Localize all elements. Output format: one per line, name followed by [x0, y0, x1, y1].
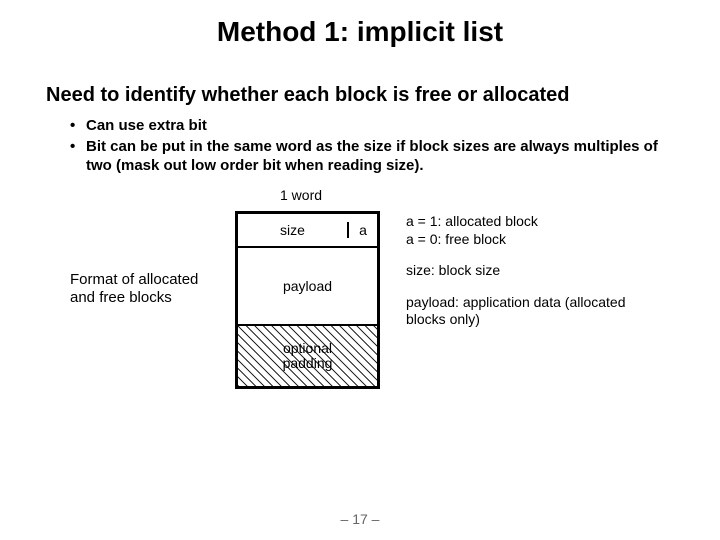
legend: a = 1: allocated block a = 0: free block…	[406, 213, 666, 343]
block-format-caption: Format of allocated and free blocks	[70, 271, 200, 307]
padding-label-line2: padding	[283, 355, 333, 371]
alloc-flag-cell: a	[349, 222, 377, 238]
slide-title: Method 1: implicit list	[46, 16, 674, 48]
word-width-label: 1 word	[280, 187, 322, 203]
legend-payload: payload: application data (allocated blo…	[406, 294, 666, 329]
payload-cell: payload	[238, 248, 377, 326]
size-cell: size	[238, 222, 349, 238]
block-header-row: size a	[238, 214, 377, 248]
legend-flag-line2: a = 0: free block	[406, 231, 506, 247]
page-number: – 17 –	[0, 511, 720, 527]
padding-label: optional padding	[283, 341, 333, 372]
legend-size: size: block size	[406, 262, 666, 280]
memory-block: size a payload optional padding	[235, 211, 380, 389]
padding-label-line1: optional	[283, 340, 332, 356]
legend-flag: a = 1: allocated block a = 0: free block	[406, 213, 666, 248]
legend-flag-line1: a = 1: allocated block	[406, 213, 538, 229]
bullet-list: Can use extra bit Bit can be put in the …	[70, 117, 674, 175]
subheading: Need to identify whether each block is f…	[46, 84, 674, 107]
block-format-diagram: 1 word size a payload optional padding F…	[46, 187, 674, 447]
bullet-item: Bit can be put in the same word as the s…	[70, 138, 674, 176]
padding-cell: optional padding	[238, 326, 377, 386]
bullet-item: Can use extra bit	[70, 117, 674, 136]
